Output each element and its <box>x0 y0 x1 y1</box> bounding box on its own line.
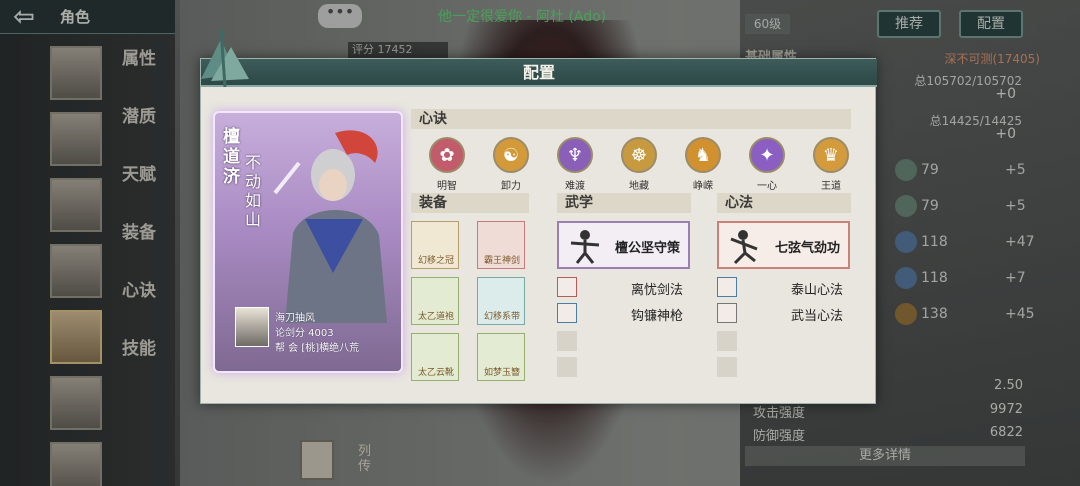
equip-slot[interactable]: 如梦玉簪 <box>477 333 525 381</box>
wuxue-section-header: 武学 <box>557 193 691 213</box>
empty-slot[interactable] <box>557 331 577 351</box>
xinfa-slot-icon[interactable] <box>717 303 737 323</box>
player-guild: 帮 会 [桃]横绝八荒 <box>275 343 360 354</box>
equip-slot[interactable]: 霸王神剑 <box>477 221 525 269</box>
xinjue-label: 难渡 <box>565 181 585 192</box>
equip-name: 霸王神剑 <box>483 256 520 266</box>
equip-name: 如梦玉簪 <box>483 368 520 378</box>
xinjue-icon: ♞ <box>685 137 721 173</box>
xinjue-item[interactable]: ✦ 一心 <box>735 137 799 192</box>
xinfa-name[interactable]: 泰山心法 <box>791 279 843 298</box>
wuxue-main-name: 檀公坚守策 <box>615 241 681 256</box>
xinjue-icon: ✦ <box>749 137 785 173</box>
xinjue-item[interactable]: ♆ 难渡 <box>543 137 607 192</box>
xinjue-item[interactable]: ✿ 明智 <box>415 137 479 192</box>
xinjue-label: 一心 <box>757 181 777 192</box>
character-name: 檀道济 <box>223 127 240 187</box>
xinjue-icon: ♛ <box>813 137 849 173</box>
equip-slot[interactable]: 太乙道袍 <box>411 277 459 325</box>
empty-slot[interactable] <box>557 357 577 377</box>
equip-name: 太乙云靴 <box>417 368 454 378</box>
xinjue-icon: ♆ <box>557 137 593 173</box>
xinfa-main-name: 七弦气劲功 <box>775 241 841 256</box>
equip-name: 幻移之冠 <box>417 256 454 266</box>
equip-name: 幻移系带 <box>483 312 520 322</box>
xinjue-label: 卸力 <box>501 181 521 192</box>
xinjue-label: 明智 <box>437 181 457 192</box>
empty-slot[interactable] <box>717 357 737 377</box>
empty-slot[interactable] <box>717 331 737 351</box>
equip-name: 太乙道袍 <box>417 312 454 322</box>
xinjue-item[interactable]: ☯ 卸力 <box>479 137 543 192</box>
player-power: 论剑分 4003 <box>275 328 334 339</box>
xinjue-label: 峥嵘 <box>693 181 713 192</box>
xinfa-name[interactable]: 武当心法 <box>791 305 843 324</box>
xinfa-main-slot[interactable]: 七弦气劲功 <box>717 221 850 269</box>
xinjue-label: 王道 <box>821 181 841 192</box>
player-name: 海刀抽风 <box>275 313 315 324</box>
wuxue-slot-icon[interactable] <box>557 303 577 323</box>
xinjue-item[interactable]: ♞ 峥嵘 <box>671 137 735 192</box>
character-art <box>273 130 387 323</box>
pine-decoration-icon <box>201 28 249 88</box>
wuxue-main-slot[interactable]: 檀公坚守策 <box>557 221 690 269</box>
xinjue-section-header: 心诀 <box>411 109 851 129</box>
xinfa-section-header: 心法 <box>717 193 851 213</box>
dialog-title: 配置 <box>201 59 877 87</box>
config-dialog: 配置 檀道济 不动如山 海刀抽风 论剑分 4003 帮 会 [桃]横绝八荒 心诀… <box>200 28 877 404</box>
xinjue-icon: ☸ <box>621 137 657 173</box>
wuxue-name[interactable]: 钩镰神枪 <box>631 305 683 324</box>
xinjue-label: 地藏 <box>629 181 649 192</box>
equip-slot[interactable]: 幻移系带 <box>477 277 525 325</box>
wuxue-name[interactable]: 离忧剑法 <box>631 279 683 298</box>
wuxue-slot-icon[interactable] <box>557 277 577 297</box>
equip-slot[interactable]: 太乙云靴 <box>411 333 459 381</box>
xinjue-icon: ✿ <box>429 137 465 173</box>
xinjue-row: ✿ 明智 ☯ 卸力 ♆ 难渡 ☸ 地藏 ♞ 峥嵘 ✦ 一心 ♛ 王道 <box>415 137 863 192</box>
equip-slot[interactable]: 幻移之冠 <box>411 221 459 269</box>
martial-pose-icon <box>570 230 600 264</box>
equip-section-header: 装备 <box>411 193 529 213</box>
xinjue-icon: ☯ <box>493 137 529 173</box>
xinjue-item[interactable]: ☸ 地藏 <box>607 137 671 192</box>
martial-pose-icon <box>730 230 758 265</box>
xinjue-item[interactable]: ♛ 王道 <box>799 137 863 192</box>
character-title: 不动如山 <box>245 153 262 229</box>
player-avatar <box>235 307 269 347</box>
character-card: 檀道济 不动如山 海刀抽风 论剑分 4003 帮 会 [桃]横绝八荒 <box>213 111 403 373</box>
xinfa-slot-icon[interactable] <box>717 277 737 297</box>
